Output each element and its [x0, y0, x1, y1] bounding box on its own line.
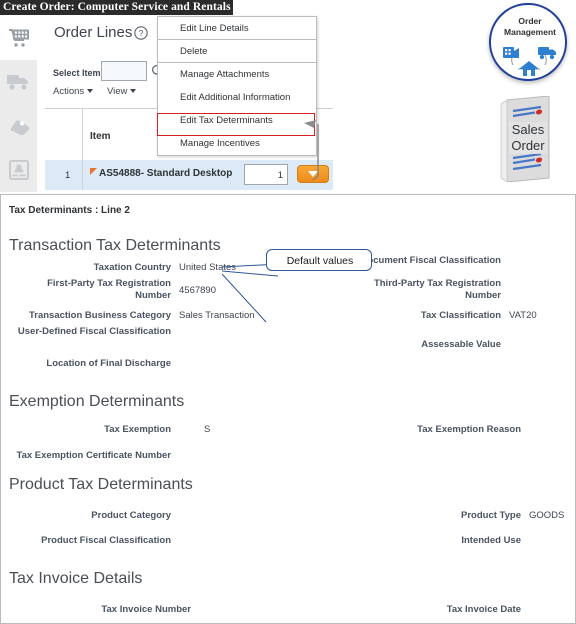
- label-taxation-country: Taxation Country: [93, 262, 171, 273]
- value-tax-exemption: S: [204, 424, 211, 435]
- table-row[interactable]: 1 AS54888- Standard Desktop 1: [45, 160, 333, 190]
- default-values-callout: Default values: [266, 249, 372, 271]
- column-header-item: Item: [90, 131, 111, 142]
- tax-panel-header: Tax Determinants : Line 2: [9, 205, 130, 216]
- doc-line-2: Order: [511, 138, 545, 153]
- required-flag-icon: [90, 168, 97, 175]
- sidebar-item-shipment[interactable]: [0, 60, 37, 104]
- label-tax-invoice-date: Tax Invoice Date: [446, 604, 521, 615]
- sidebar-item-customer[interactable]: [0, 148, 37, 192]
- row-number: 1: [65, 170, 71, 181]
- label-product-fiscal-classification: Product Fiscal Classification: [41, 535, 171, 546]
- sidebar-item-order-lines[interactable]: [0, 16, 37, 60]
- menu-item-edit-additional-information[interactable]: Edit Additional Information: [158, 86, 316, 109]
- quantity-input[interactable]: 1: [244, 164, 288, 185]
- view-label: View: [107, 86, 128, 97]
- left-icon-rail: [0, 16, 38, 192]
- context-menu[interactable]: Edit Line Details Delete Manage Attachme…: [157, 16, 317, 156]
- quantity-value: 1: [277, 170, 283, 181]
- label-tax-exemption-certificate-number: Tax Exemption Certificate Number: [16, 450, 171, 461]
- label-third-party-tax-registration-number: Third-Party Tax Registration Number: [373, 278, 501, 301]
- sales-order-label: Sales Order: [497, 122, 559, 154]
- value-product-type: GOODS: [529, 510, 565, 521]
- chevron-down-icon: [87, 89, 94, 94]
- label-intended-use: Intended Use: [461, 535, 521, 546]
- supply-chain-icon: [503, 47, 556, 76]
- label-product-category: Product Category: [91, 510, 171, 521]
- order-management-badge: Order Management: [489, 3, 567, 81]
- label-transaction-business-category: Transaction Business Category: [28, 310, 171, 321]
- menu-item-edit-line-details[interactable]: Edit Line Details: [158, 17, 316, 40]
- label-first-party-tax-registration-number: First-Party Tax Registration Number: [47, 278, 171, 301]
- label-tax-classification: Tax Classification: [420, 310, 501, 321]
- menu-item-manage-attachments[interactable]: Manage Attachments: [158, 63, 316, 86]
- actions-menu-button[interactable]: Actions: [53, 86, 94, 97]
- window-title: Create Order: Computer Service and Renta…: [0, 0, 233, 15]
- view-menu-button[interactable]: View: [107, 86, 137, 97]
- label-user-defined-fiscal-classification: User-Defined Fiscal Classification: [17, 326, 171, 337]
- order-management-label: Order Management: [491, 16, 569, 38]
- cart-icon: [8, 29, 29, 47]
- tag-icon: [9, 120, 29, 136]
- row-item-name: AS54888- Standard Desktop: [99, 168, 233, 179]
- truck-icon: [6, 75, 28, 90]
- menu-item-delete[interactable]: Delete: [158, 40, 316, 63]
- sales-order-document: Sales Order: [497, 95, 559, 183]
- label-tax-exemption: Tax Exemption: [104, 424, 171, 435]
- select-item-label: Select Item: [53, 68, 101, 78]
- section-title-exemption: Exemption Determinants: [9, 393, 185, 410]
- label-location-of-final-discharge: Location of Final Discharge: [46, 358, 171, 369]
- section-title-transaction-tax: Transaction Tax Determinants: [9, 237, 221, 254]
- label-tax-exemption-reason: Tax Exemption Reason: [417, 424, 521, 435]
- actions-label: Actions: [53, 86, 85, 97]
- help-icon[interactable]: ?: [134, 26, 148, 45]
- label-tax-invoice-number: Tax Invoice Number: [101, 604, 191, 615]
- page-title: Order Lines: [54, 24, 133, 41]
- label-assessable-value: Assessable Value: [421, 339, 501, 350]
- section-title-product-tax: Product Tax Determinants: [9, 476, 193, 493]
- order-lines-screenshot: Create Order: Computer Service and Renta…: [0, 0, 576, 192]
- callout-arrow: [304, 120, 319, 181]
- badge-line-1: Order: [518, 16, 542, 26]
- callout-text: Default values: [286, 255, 354, 267]
- sidebar-item-pricing[interactable]: [0, 104, 37, 148]
- label-product-type: Product Type: [461, 510, 521, 521]
- section-title-tax-invoice: Tax Invoice Details: [9, 570, 143, 587]
- select-item-input[interactable]: [101, 61, 147, 81]
- chevron-down-icon: [130, 89, 137, 94]
- menu-item-edit-tax-determinants[interactable]: Edit Tax Determinants: [158, 109, 316, 132]
- menu-item-manage-incentives[interactable]: Manage Incentives: [158, 132, 316, 155]
- badge-line-2: Management: [504, 27, 556, 37]
- svg-text:?: ?: [139, 28, 144, 38]
- value-first-party-tax-registration-number: 4567890: [179, 285, 216, 296]
- id-card-icon: [8, 160, 29, 180]
- value-tax-classification: VAT20: [509, 310, 537, 321]
- doc-line-1: Sales: [511, 122, 545, 137]
